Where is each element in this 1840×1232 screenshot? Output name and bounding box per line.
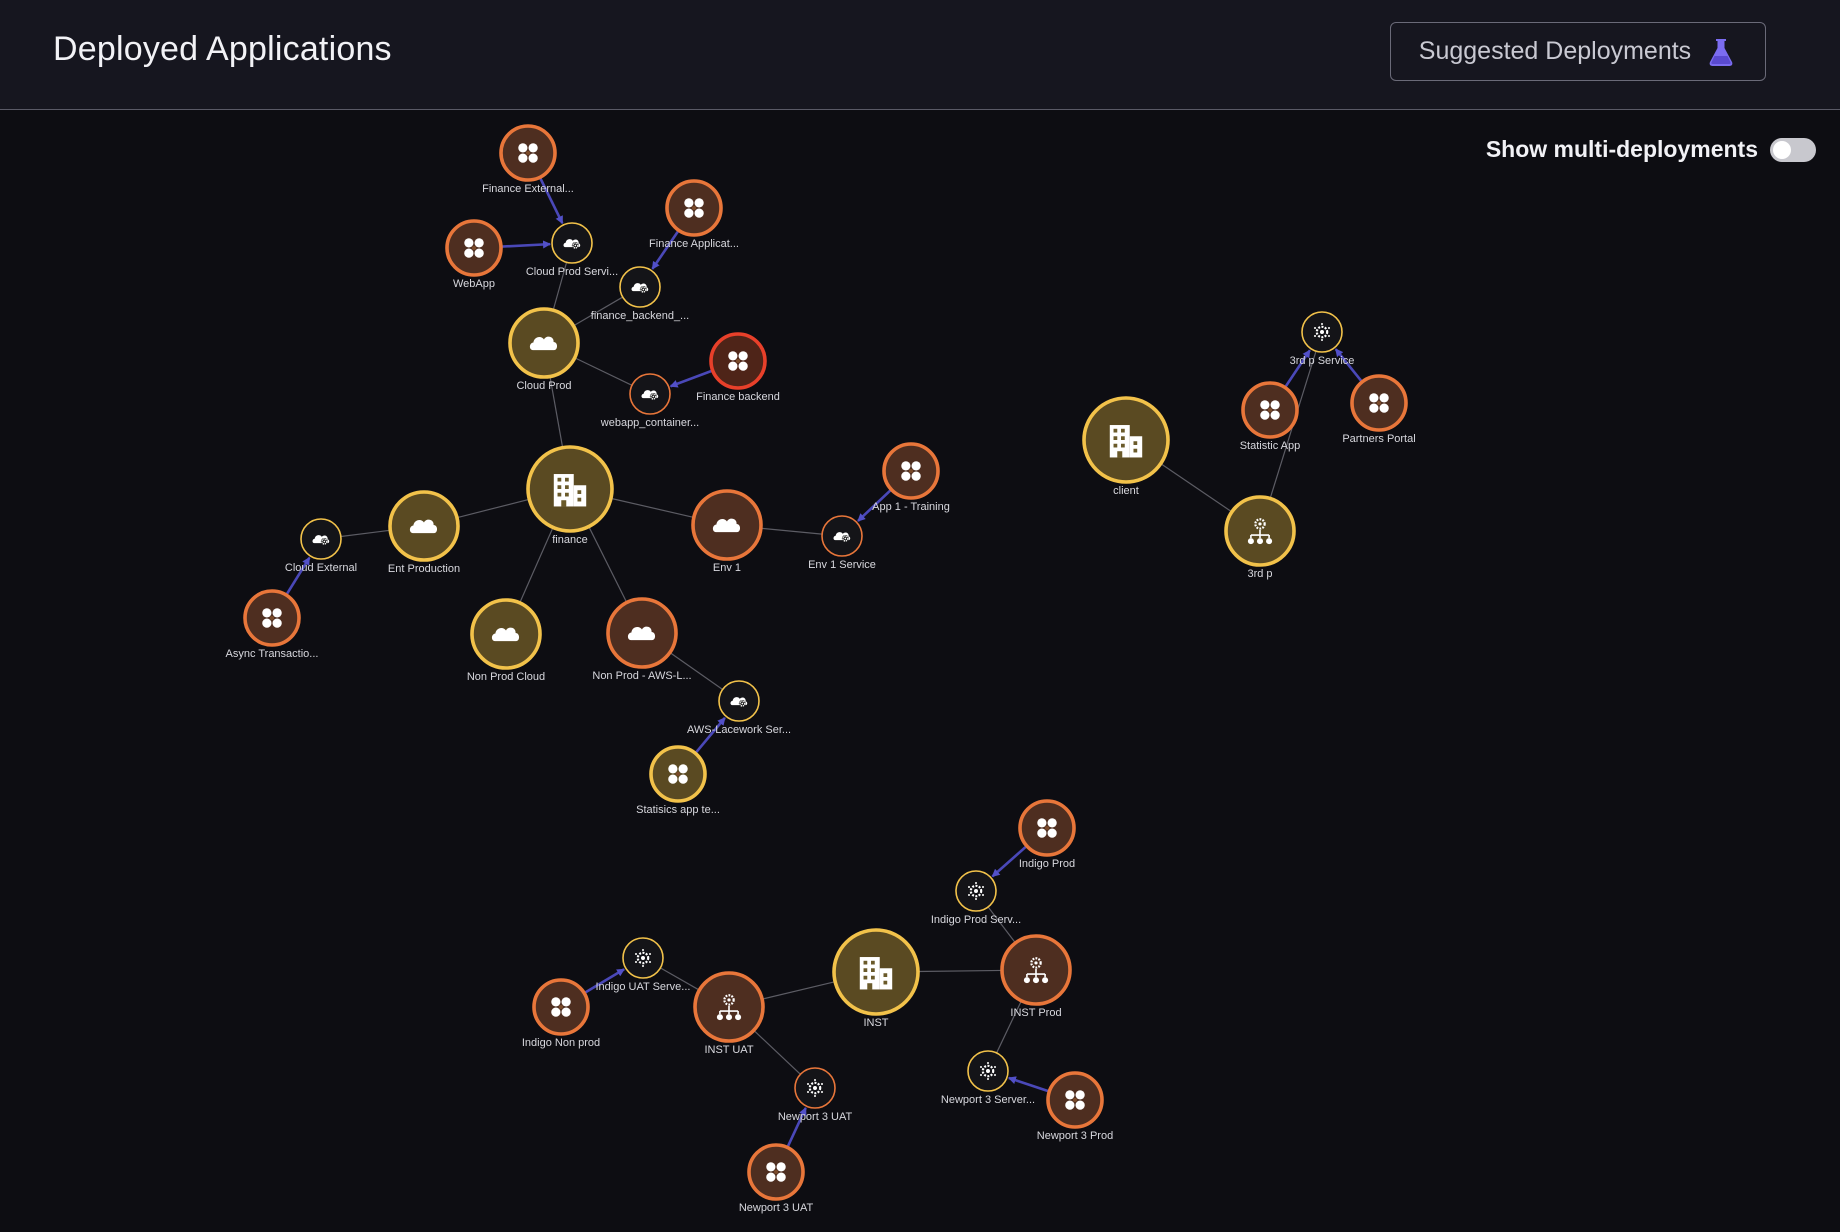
node-statisics-app[interactable]: Statisics app te... bbox=[636, 745, 720, 816]
node-third-p[interactable]: 3rd p bbox=[1224, 495, 1296, 580]
node-finance[interactable]: finance bbox=[526, 445, 614, 546]
node-ent-prod[interactable]: Ent Production bbox=[388, 490, 460, 575]
edge-ent_prod-cloud_ext bbox=[340, 529, 391, 538]
node-label: Newport 3 Server... bbox=[941, 1094, 1035, 1106]
edge-inst-inst_prod bbox=[917, 969, 1003, 973]
node-label: Cloud Prod bbox=[516, 380, 571, 392]
node-label: Statistic App bbox=[1240, 440, 1301, 452]
edge-inst_uat-newport3_uat_svc bbox=[753, 1029, 801, 1075]
node-label: Finance Applicat... bbox=[649, 238, 739, 250]
node-fin-ext[interactable]: Finance External... bbox=[482, 124, 574, 195]
node-third-p-svc[interactable]: 3rd p Service bbox=[1290, 311, 1355, 367]
node-label: Non Prod Cloud bbox=[467, 671, 545, 683]
edge-cloud_prod-webapp_container bbox=[574, 357, 633, 386]
node-label: Finance backend bbox=[696, 391, 780, 403]
node-webapp[interactable]: WebApp bbox=[445, 219, 503, 290]
node-env1-svc[interactable]: Env 1 Service bbox=[808, 515, 876, 571]
page-title: Deployed Applications bbox=[53, 30, 392, 68]
node-label: Newport 3 UAT bbox=[739, 1202, 814, 1214]
node-label: 3rd p bbox=[1247, 568, 1272, 580]
node-nonprod-aws[interactable]: Non Prod - AWS-L... bbox=[592, 597, 692, 682]
node-cloud-prod[interactable]: Cloud Prod bbox=[508, 307, 580, 392]
flask-icon bbox=[1709, 38, 1733, 66]
edge-finance-nonprod_aws bbox=[588, 526, 628, 603]
edge-finance-nonprod_cloud bbox=[519, 527, 554, 604]
edges-layer bbox=[285, 176, 1364, 1149]
node-label: INST bbox=[863, 1017, 888, 1029]
node-fin-app[interactable]: Finance Applicat... bbox=[649, 179, 739, 250]
node-label: WebApp bbox=[453, 278, 495, 290]
deployment-graph: finance Cloud Prod Cloud Prod Servi... Fina… bbox=[226, 124, 1416, 1214]
node-label: client bbox=[1113, 485, 1139, 497]
edge-webapp-cloud_prod_svc bbox=[500, 240, 552, 249]
node-env1[interactable]: Env 1 bbox=[691, 489, 763, 574]
node-cloud-prod-svc[interactable]: Cloud Prod Servi... bbox=[526, 222, 618, 278]
node-statistic-app[interactable]: Statistic App bbox=[1240, 381, 1301, 452]
node-indigo-prod[interactable]: Indigo Prod bbox=[1018, 799, 1076, 870]
node-label: App 1 - Training bbox=[872, 501, 950, 513]
node-newport3-uat-svc[interactable]: Newport 3 UAT bbox=[778, 1067, 853, 1123]
node-label: finance_backend_... bbox=[591, 310, 689, 322]
node-label: Indigo UAT Serve... bbox=[596, 981, 691, 993]
node-label: Indigo Prod bbox=[1019, 858, 1075, 870]
edge-inst-inst_uat bbox=[761, 981, 836, 1000]
node-aws-lacework[interactable]: AWS-Lacework Ser... bbox=[687, 680, 791, 736]
edge-finance-env1 bbox=[610, 497, 694, 518]
node-label: INST Prod bbox=[1010, 1007, 1061, 1019]
edge-finance-ent_prod bbox=[456, 498, 530, 519]
node-newport3-prod[interactable]: Newport 3 Prod bbox=[1037, 1071, 1113, 1142]
node-newport3-uat[interactable]: Newport 3 UAT bbox=[739, 1143, 814, 1214]
node-label: Ent Production bbox=[388, 563, 460, 575]
node-label: Env 1 Service bbox=[808, 559, 876, 571]
edge-env1-env1_svc bbox=[760, 527, 823, 535]
edge-newport3_prod-newport3_svc bbox=[1007, 1076, 1050, 1093]
node-label: Newport 3 Prod bbox=[1037, 1130, 1113, 1142]
node-inst-prod[interactable]: INST Prod bbox=[1000, 934, 1072, 1019]
node-label: INST UAT bbox=[704, 1044, 753, 1056]
node-nonprod-cloud[interactable]: Non Prod Cloud bbox=[467, 598, 545, 683]
edge-fin_backend-webapp_container bbox=[669, 369, 714, 388]
node-label: Finance External... bbox=[482, 183, 574, 195]
node-label: Newport 3 UAT bbox=[778, 1111, 853, 1123]
node-label: Indigo Prod Serv... bbox=[931, 914, 1021, 926]
node-label: Indigo Non prod bbox=[522, 1037, 600, 1049]
node-app1-training[interactable]: App 1 - Training bbox=[872, 442, 950, 513]
node-client[interactable]: client bbox=[1082, 396, 1170, 497]
page-header: Deployed Applications Suggested Deployme… bbox=[0, 0, 1840, 110]
suggested-deployments-button[interactable]: Suggested Deployments bbox=[1390, 22, 1766, 81]
node-label: Partners Portal bbox=[1342, 433, 1415, 445]
node-label: Non Prod - AWS-L... bbox=[592, 670, 691, 682]
node-partners-portal[interactable]: Partners Portal bbox=[1342, 374, 1416, 445]
edge-client-third_p bbox=[1160, 463, 1233, 513]
node-label: 3rd p Service bbox=[1290, 355, 1355, 367]
node-label: webapp_container... bbox=[600, 417, 699, 429]
nodes-layer: finance Cloud Prod Cloud Prod Servi... Fina… bbox=[226, 124, 1416, 1214]
node-label: Cloud Prod Servi... bbox=[526, 266, 618, 278]
node-inst[interactable]: INST bbox=[832, 928, 920, 1029]
node-async-tx[interactable]: Async Transactio... bbox=[226, 589, 319, 660]
node-indigo-uat-svc[interactable]: Indigo UAT Serve... bbox=[596, 937, 691, 993]
node-fin-backend[interactable]: Finance backend bbox=[696, 332, 780, 403]
node-label: Env 1 bbox=[713, 562, 741, 574]
node-label: AWS-Lacework Ser... bbox=[687, 724, 791, 736]
node-label: Statisics app te... bbox=[636, 804, 720, 816]
node-label: Async Transactio... bbox=[226, 648, 319, 660]
node-newport3-svc[interactable]: Newport 3 Server... bbox=[941, 1050, 1035, 1106]
node-indigo-prod-svc[interactable]: Indigo Prod Serv... bbox=[931, 870, 1021, 926]
node-cloud-ext[interactable]: Cloud External bbox=[285, 518, 357, 574]
suggested-deployments-label: Suggested Deployments bbox=[1418, 37, 1692, 65]
node-label: finance bbox=[552, 534, 587, 546]
node-inst-uat[interactable]: INST UAT bbox=[693, 971, 765, 1056]
node-label: Cloud External bbox=[285, 562, 357, 574]
